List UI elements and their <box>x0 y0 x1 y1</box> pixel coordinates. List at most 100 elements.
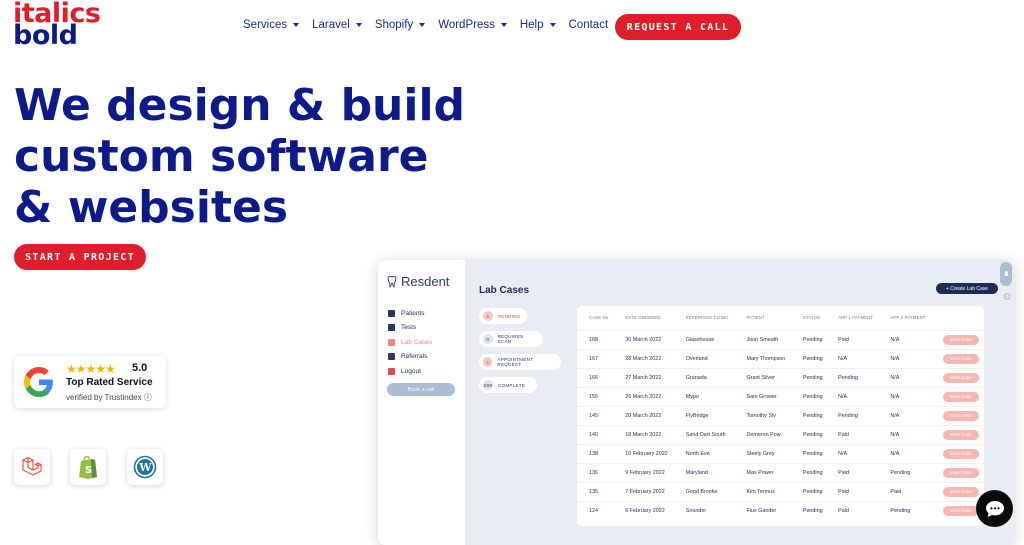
cell-referring-clinic: Sand Dart South <box>673 424 735 444</box>
cell-app2-payment: N/A <box>878 329 931 349</box>
cell-app1-payment: Paid <box>826 424 879 444</box>
caret-down-icon <box>549 23 556 27</box>
view-case-button[interactable]: View Case <box>942 467 979 478</box>
hero-line-1: We design & build <box>14 80 466 131</box>
cell-referring-clinic: Glasshouse <box>673 329 735 349</box>
cell-app1-payment: Pending <box>826 405 879 425</box>
nav-contact[interactable]: Contact <box>569 19 609 31</box>
patients-icon <box>388 309 395 317</box>
dash-nav-patients[interactable]: Patients <box>388 306 432 321</box>
table-row[interactable]: 156 26 March 2022 Mypo Sam Grower Pending N/A… <box>577 386 984 406</box>
rating-verified: verified by Trustindex ⓘ <box>66 393 152 402</box>
col-app2-payment: APP 2 PAYMENT <box>890 315 926 321</box>
trustindex-badge[interactable]: ★★★★★ 5.0 Top Rated Service verified by … <box>14 356 166 408</box>
gear-icon[interactable]: ⚙ <box>1000 292 1014 303</box>
cell-case-no: 156 <box>577 386 614 406</box>
rating-stars: ★★★★★ <box>66 362 116 376</box>
create-lab-case-button[interactable]: + Create Lab Case <box>936 283 998 294</box>
request-call-button[interactable]: REQUEST A CALL <box>615 14 741 40</box>
dash-nav-lab-cases[interactable]: Lab Cases <box>388 335 432 350</box>
bell-icon[interactable] <box>1000 262 1012 286</box>
view-case-button[interactable]: View Case <box>942 410 979 421</box>
cell-action: View Case <box>930 367 984 387</box>
view-case-button[interactable]: View Case <box>942 372 979 383</box>
filter-appointment-request[interactable]: 2 APPOINTMENT REQUEST <box>479 354 561 370</box>
cell-patient: Steely Grey <box>734 443 791 463</box>
view-case-button[interactable]: View Case <box>942 334 979 345</box>
cell-date-ordered: 26 March 2022 <box>613 386 674 406</box>
cell-date-ordered: 30 March 2022 <box>613 329 674 349</box>
view-case-button[interactable]: View Case <box>942 429 979 440</box>
cell-status: Pending <box>790 405 827 425</box>
site-logo[interactable]: italics bold <box>13 0 101 49</box>
cell-date-ordered: 27 March 2022 <box>613 367 674 387</box>
nav-label: WordPress <box>438 19 495 31</box>
nav-shopify[interactable]: Shopify <box>375 19 426 31</box>
filter-label: REQUIRES SCAN <box>497 334 524 344</box>
cell-action: View Case <box>930 386 984 406</box>
filter-pending[interactable]: 5 PENDING <box>479 308 527 324</box>
cell-app2-payment: N/A <box>878 443 931 463</box>
table-row[interactable]: 140 18 March 2022 Sand Dart South Demeron P… <box>577 424 984 444</box>
cell-referring-clinic: Mypo <box>673 386 735 406</box>
lab-cases-icon <box>388 338 395 346</box>
book-call-button[interactable]: Book a call <box>387 383 455 396</box>
view-case-button[interactable]: View Case <box>942 353 979 364</box>
table-row[interactable]: 136 9 February 2022 Maryland Max Power Pendi… <box>577 462 984 482</box>
nav-laravel[interactable]: Laravel <box>312 19 362 31</box>
cell-app1-payment: N/A <box>826 386 879 406</box>
nav-label: Help <box>519 19 544 31</box>
dash-nav-referrals[interactable]: Referrals <box>388 350 432 365</box>
caret-down-icon <box>500 23 507 27</box>
cell-action: View Case <box>930 424 984 444</box>
chat-widget-button[interactable] <box>976 490 1013 527</box>
table-row[interactable]: 138 10 February 2022 North Eve Steely Grey P… <box>577 443 984 463</box>
view-case-button[interactable]: View Case <box>942 391 979 402</box>
table-row[interactable]: 167 28 March 2022 Overland Mary Thompson Pen… <box>577 348 984 368</box>
col-app1-payment: APP 1 PAYMENT <box>838 315 874 321</box>
cell-date-ordered: 7 February 2022 <box>613 481 674 501</box>
shopify-icon[interactable]: S <box>70 449 106 485</box>
start-project-button[interactable]: START A PROJECT <box>14 244 146 270</box>
filter-requires-scan[interactable]: 0 REQUIRES SCAN <box>479 331 543 347</box>
cell-date-ordered: 10 February 2022 <box>613 443 674 463</box>
dashboard-brand-name: Resdent <box>401 274 450 289</box>
referrals-icon <box>388 353 395 361</box>
cell-referring-clinic: Granada <box>673 367 735 387</box>
filter-complete[interactable]: 208 COMPLETE <box>479 377 537 393</box>
cell-app1-payment: N/A <box>826 348 879 368</box>
nav-services[interactable]: Services <box>243 19 300 31</box>
nav-label: Referrals <box>401 353 428 361</box>
table-row[interactable]: 135 7 February 2022 Good Brooke Kim Termus P… <box>577 481 984 501</box>
laravel-icon[interactable] <box>14 449 50 485</box>
cell-status: Pending <box>790 348 827 368</box>
wordpress-icon[interactable]: W <box>127 449 163 485</box>
view-case-button[interactable]: View Case <box>942 505 979 516</box>
nav-label: Patients <box>401 309 425 317</box>
dash-nav-tests[interactable]: Tests <box>388 321 432 336</box>
cell-case-no: 135 <box>577 481 614 501</box>
nav-label: Lab Cases <box>401 338 433 346</box>
table-row[interactable]: 145 20 March 2022 FlyBridge Tomothy Sly Pend… <box>577 405 984 425</box>
hero-headline: We design & build custom software & webs… <box>14 80 465 233</box>
cell-case-no: 136 <box>577 462 614 482</box>
chat-bubble-icon <box>985 500 1004 517</box>
table-row[interactable]: 166 27 March 2022 Granada Grant Silver Pendi… <box>577 367 984 387</box>
table-row[interactable]: 168 30 March 2022 Glasshouse Joon Smeath Pen… <box>577 329 984 349</box>
view-case-button[interactable]: View Case <box>942 448 979 459</box>
dash-nav-logout[interactable]: Logout <box>388 364 432 379</box>
nav-help[interactable]: Help <box>520 19 556 31</box>
nav-wordpress[interactable]: WordPress <box>438 19 507 31</box>
table-row[interactable]: 124 6 February 2022 Sounder Flux Gander Pend… <box>577 500 984 520</box>
cell-patient: Joon Smeath <box>734 329 791 349</box>
cell-app1-payment: Paid <box>826 481 879 501</box>
view-case-button[interactable]: View Case <box>942 486 979 497</box>
col-actions <box>931 306 984 330</box>
dashboard-main: Lab Cases + Create Lab Case 5 PENDING 0 RE… <box>465 260 1014 545</box>
nav-label: Tests <box>401 324 417 332</box>
nav-label: Logout <box>401 367 421 375</box>
cell-patient: Kim Termus <box>734 481 791 501</box>
cell-status: Pending <box>790 481 827 501</box>
cell-patient: Flux Gander <box>734 500 791 520</box>
table-header-row: CASE No. DATE ORDERED REFERRING CLINIC P… <box>577 306 984 330</box>
